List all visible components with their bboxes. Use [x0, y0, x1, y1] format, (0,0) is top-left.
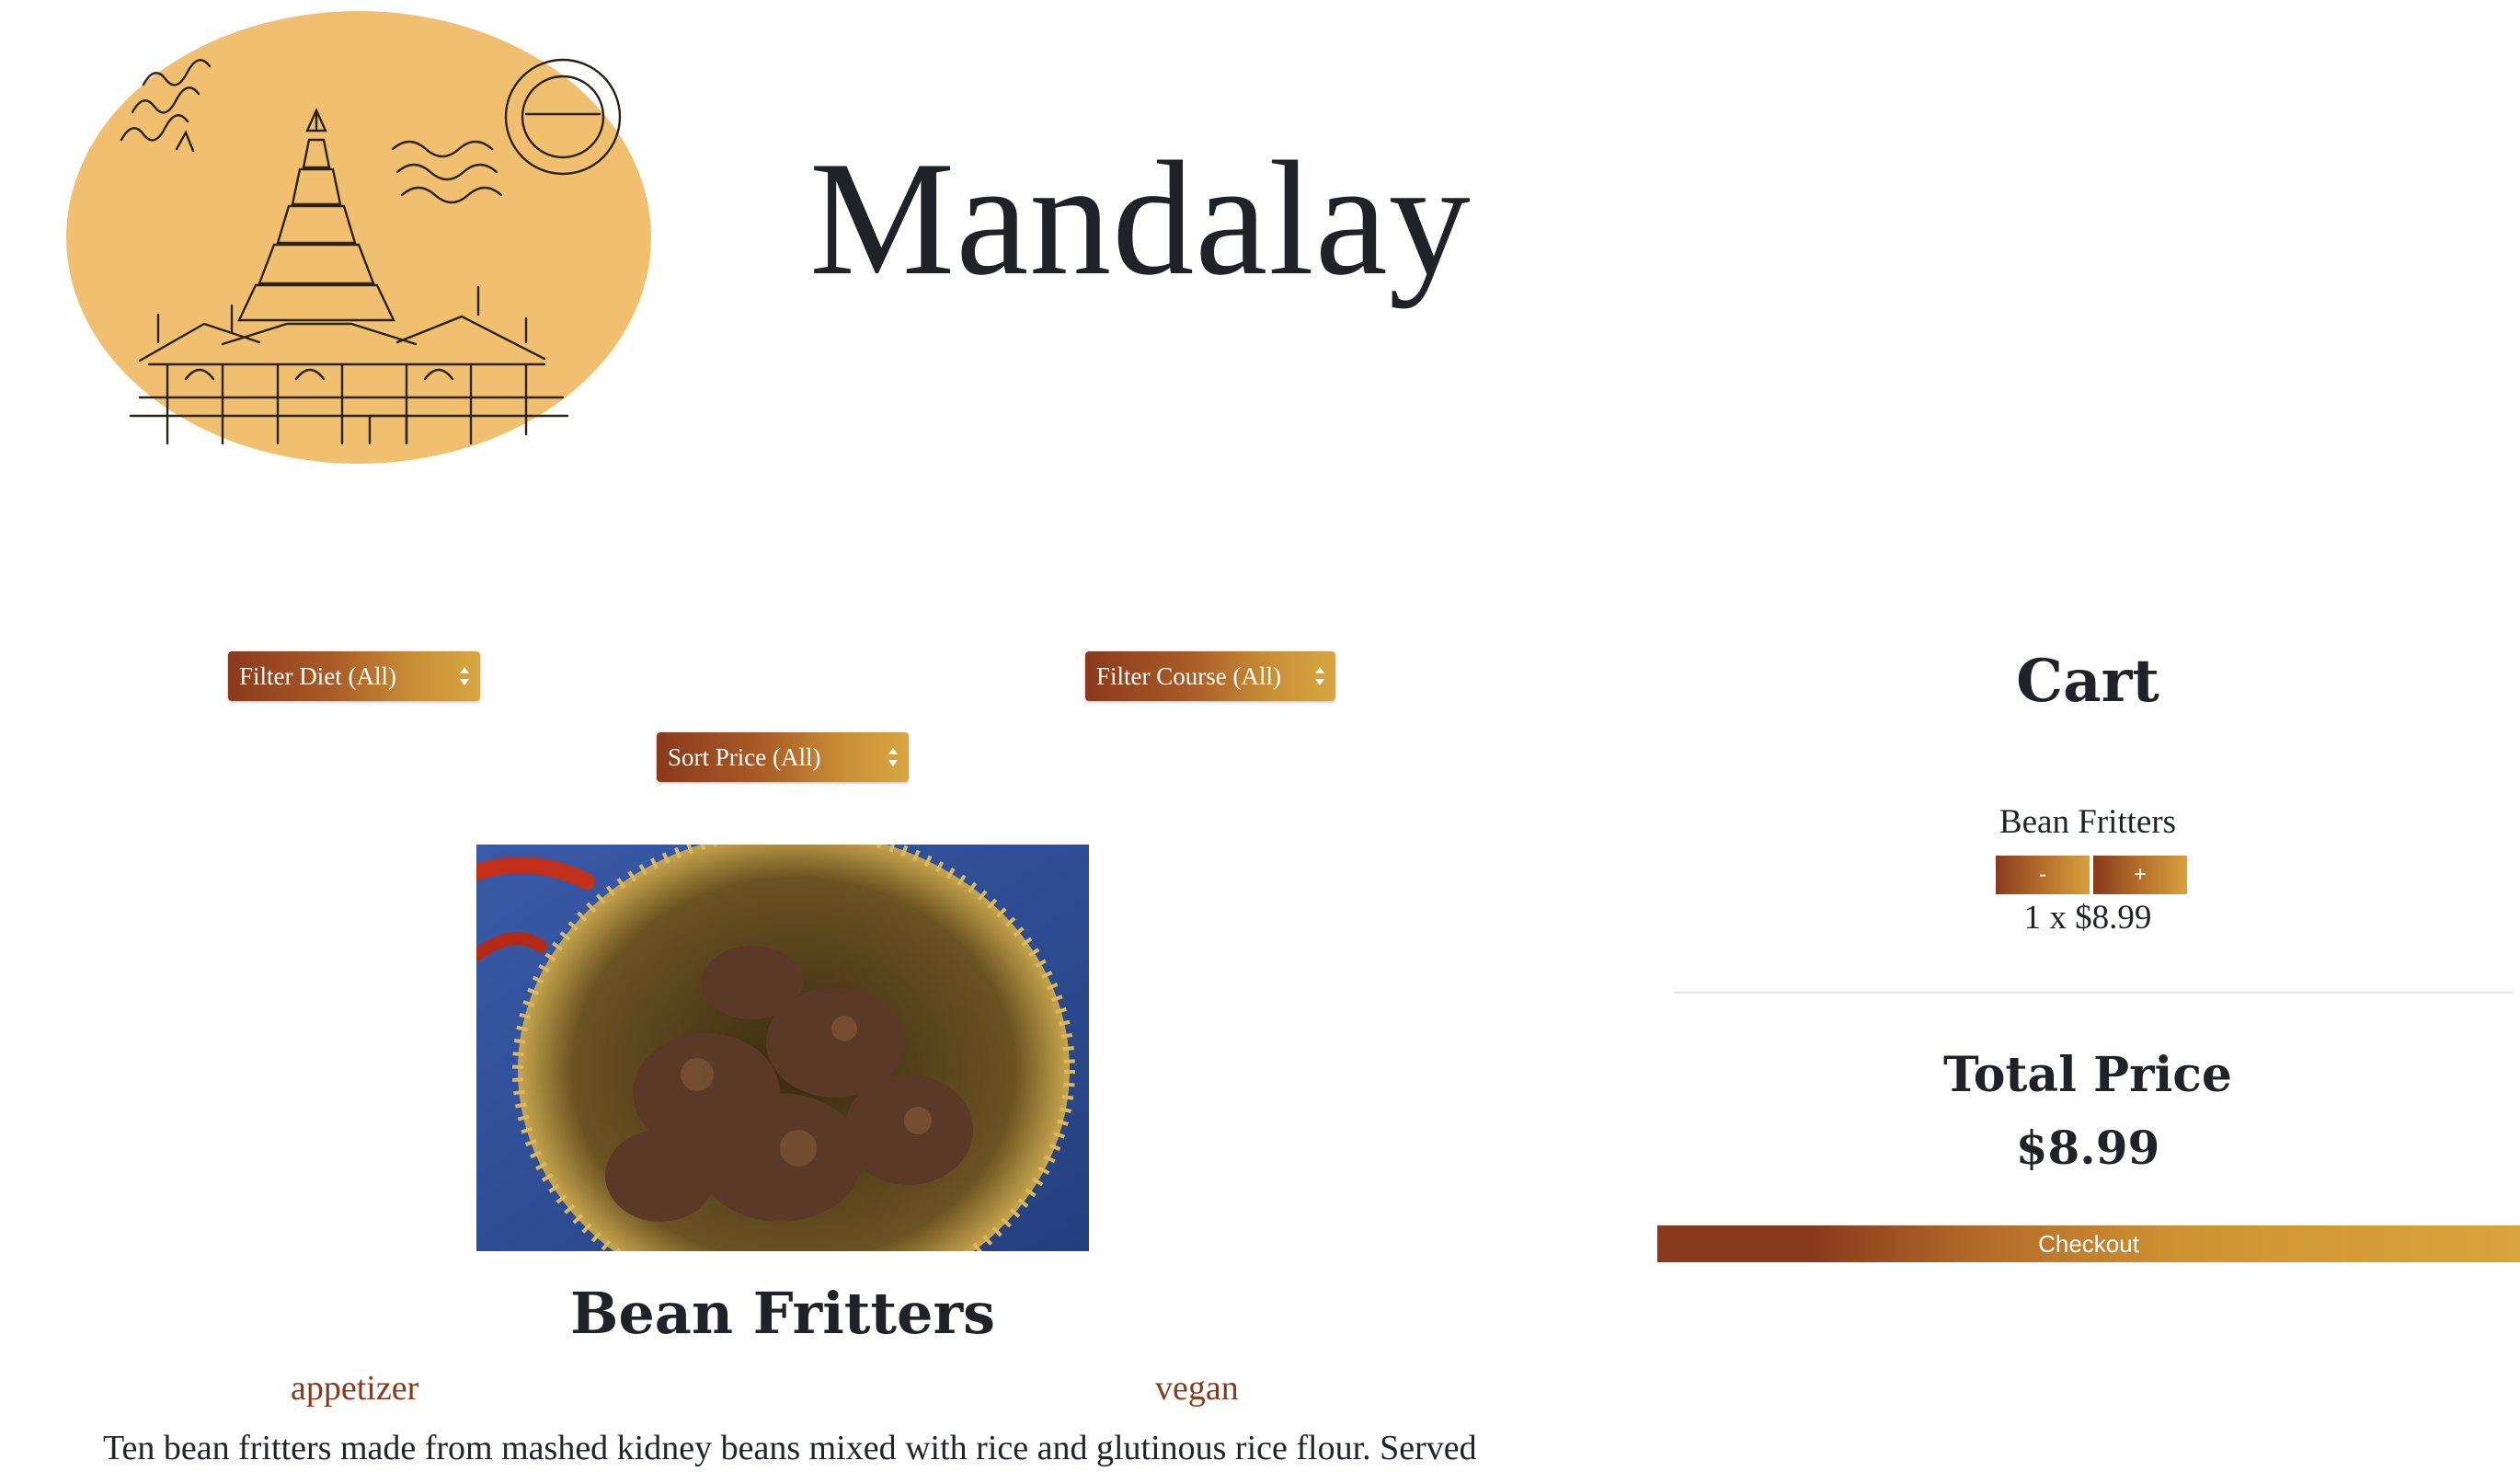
bean-fritters-photo: [476, 845, 1089, 1251]
decrease-quantity-button[interactable]: -: [1996, 856, 2090, 894]
cart-item-name: Bean Fritters: [1999, 803, 2177, 841]
cart-item-quantity-price: 1 x $8.99: [2023, 899, 2152, 937]
logo-postcard-icon: [66, 11, 651, 464]
brand-title: Mandalay: [809, 127, 1472, 309]
product-name: Bean Fritters: [569, 1280, 996, 1347]
filter-course-select[interactable]: Filter Course (All): [1085, 651, 1335, 701]
filter-diet-select[interactable]: Filter Diet (All): [228, 651, 480, 701]
select-arrows-icon: [888, 748, 898, 766]
filter-diet-label: Filter Diet (All): [239, 662, 396, 690]
filter-course-label: Filter Course (All): [1096, 662, 1281, 690]
sort-price-label: Sort Price (All): [668, 743, 821, 771]
total-price-value: $8.99: [2015, 1121, 2160, 1175]
sort-price-select[interactable]: Sort Price (All): [657, 732, 909, 782]
page: Mandalay Filter Diet (All) Filter Course…: [0, 0, 2520, 1472]
cart-title: Cart: [2016, 647, 2159, 716]
product-description: Ten bean fritters made from mashed kidne…: [103, 1429, 1477, 1467]
select-arrows-icon: [460, 667, 469, 685]
select-arrows-icon: [1315, 667, 1324, 685]
total-price-label: Total Price: [1943, 1047, 2232, 1103]
course-tag: appetizer: [291, 1369, 419, 1408]
diet-tag: vegan: [1155, 1369, 1239, 1408]
checkout-button[interactable]: Checkout: [1657, 1225, 2520, 1262]
cart-divider: [1674, 992, 2513, 994]
increase-quantity-button[interactable]: +: [2093, 856, 2187, 894]
